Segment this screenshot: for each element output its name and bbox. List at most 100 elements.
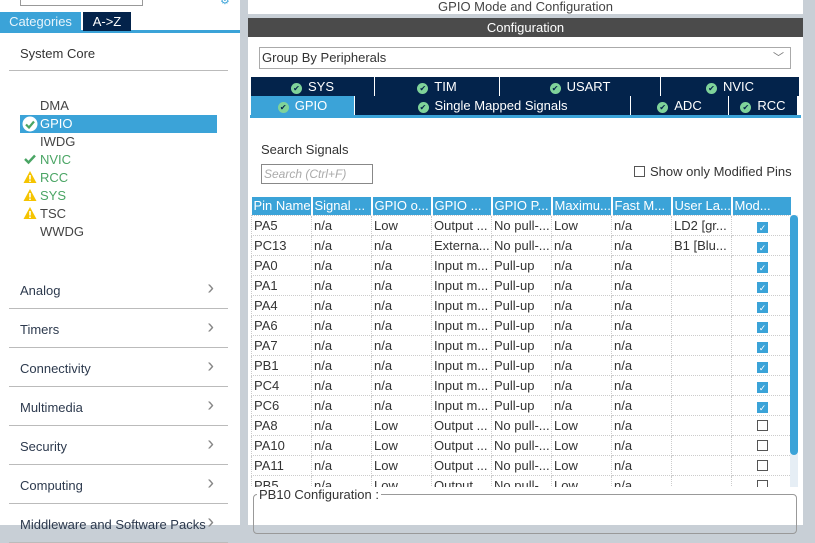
sidebar-item-nvic[interactable]: NVIC [20, 151, 217, 169]
tab-adc[interactable]: ✔ ADC [631, 96, 729, 115]
sidebar-item-rcc[interactable]: RCC [20, 169, 217, 187]
modified-checkbox[interactable]: ✓ [757, 281, 768, 293]
table-row[interactable]: PC4 n/a n/a Input m... Pull-up n/a n/a ✓ [251, 374, 792, 396]
tab-a-z[interactable]: A->Z [83, 12, 131, 31]
gear-icon[interactable]: ⚙ [220, 0, 230, 7]
table-cell: PA4 [251, 294, 312, 316]
modified-checkbox[interactable]: ✓ [757, 321, 768, 333]
table-row[interactable]: PC13 n/a n/a Externa... No pull-... n/a n/a B1 … [251, 234, 792, 256]
table-row[interactable]: PB5 n/a Low Output ... No pull-... Low n/a [251, 474, 792, 487]
table-scrollbar[interactable] [790, 215, 798, 487]
table-cell: Output ... [431, 434, 492, 456]
scrollbar-thumb[interactable] [790, 215, 798, 455]
sidebar-item-iwdg[interactable]: IWDG [20, 133, 217, 151]
table-cell: PC6 [251, 394, 312, 416]
table-row[interactable]: PC6 n/a n/a Input m... Pull-up n/a n/a ✓ [251, 394, 792, 416]
table-cell: Input m... [431, 354, 492, 376]
column-header[interactable]: Mod... [731, 197, 793, 215]
sidebar-item-label: SYS [40, 188, 67, 203]
table-cell [671, 374, 732, 396]
table-row[interactable]: PB1 n/a n/a Input m... Pull-up n/a n/a ✓ [251, 354, 792, 376]
table-cell: n/a [611, 414, 672, 436]
show-modified-pins-checkbox[interactable]: Show only Modified Pins [634, 164, 792, 179]
sidebar-item-tsc[interactable]: TSC [20, 205, 217, 223]
table-cell: n/a [611, 374, 672, 396]
category-label: Multimedia [20, 400, 83, 415]
modified-checkbox[interactable]: ✓ [757, 221, 768, 233]
modified-checkbox[interactable] [757, 439, 768, 451]
pin-table: Pin Name Signal ... GPIO o... GPIO ... GPIO … [251, 197, 793, 487]
modified-cell [731, 474, 792, 487]
tab-gpio[interactable]: ✔ GPIO [251, 96, 355, 115]
tab-single-mapped-signals[interactable]: ✔ Single Mapped Signals [355, 96, 631, 115]
category-multimedia[interactable]: Multimedia › [9, 394, 228, 426]
section-system-core[interactable]: System Core [9, 46, 228, 71]
table-cell: B1 [Blu... [671, 234, 732, 256]
tab-categories[interactable]: Categories [0, 12, 81, 31]
table-cell: Input m... [431, 314, 492, 336]
sidebar-item-gpio[interactable]: GPIO [20, 115, 217, 133]
table-header-row: Pin Name Signal ... GPIO o... GPIO ... GPIO … [251, 197, 793, 215]
table-row[interactable]: PA8 n/a Low Output ... No pull-... Low n/a [251, 414, 792, 436]
modified-checkbox[interactable]: ✓ [757, 361, 768, 373]
tab-usart[interactable]: ✔ USART [500, 77, 661, 96]
table-row[interactable]: PA10 n/a Low Output ... No pull-... Low n/a [251, 434, 792, 456]
tab-label: USART [566, 79, 611, 94]
category-security[interactable]: Security › [9, 433, 228, 465]
table-cell: n/a [551, 254, 612, 276]
category-timers[interactable]: Timers › [9, 316, 228, 348]
check-circle-icon: ✔ [740, 102, 752, 113]
category-analog[interactable]: Analog › [9, 277, 228, 309]
table-cell: n/a [611, 254, 672, 276]
column-header[interactable]: Signal ... [311, 197, 373, 215]
column-header[interactable]: Fast M... [611, 197, 673, 215]
modified-checkbox[interactable]: ✓ [757, 301, 768, 313]
modified-checkbox[interactable]: ✓ [757, 381, 768, 393]
category-search-input[interactable] [20, 0, 143, 6]
table-cell: Input m... [431, 274, 492, 296]
group-by-select[interactable]: Group By Peripherals ﹀ [259, 47, 791, 69]
column-header[interactable]: Pin Name [251, 197, 313, 215]
tab-rcc[interactable]: ✔ RCC [729, 96, 798, 115]
window-scrollbar[interactable] [803, 0, 815, 525]
category-middleware-and-software-packs[interactable]: Middleware and Software Packs › [9, 511, 228, 543]
table-cell: PC4 [251, 374, 312, 396]
modified-checkbox[interactable] [757, 419, 768, 431]
sidebar-item-dma[interactable]: DMA [20, 97, 217, 115]
table-cell: Output ... [431, 214, 492, 236]
table-row[interactable]: PA7 n/a n/a Input m... Pull-up n/a n/a ✓ [251, 334, 792, 356]
table-cell: No pull-... [491, 454, 552, 476]
sidebar-item-sys[interactable]: SYS [20, 187, 217, 205]
category-label: Timers [20, 322, 60, 337]
table-row[interactable]: PA1 n/a n/a Input m... Pull-up n/a n/a ✓ [251, 274, 792, 296]
sidebar-item-label: WWDG [40, 224, 85, 239]
category-connectivity[interactable]: Connectivity › [9, 355, 228, 387]
table-cell: n/a [311, 374, 372, 396]
table-row[interactable]: PA5 n/a Low Output ... No pull-... Low n/a LD2 … [251, 214, 792, 236]
tab-sys[interactable]: ✔ SYS [251, 77, 375, 96]
column-header[interactable]: GPIO ... [431, 197, 493, 215]
category-computing[interactable]: Computing › [9, 472, 228, 504]
tab-tim[interactable]: ✔ TIM [375, 77, 500, 96]
column-header[interactable]: User La... [671, 197, 733, 215]
sidebar-item-wwdg[interactable]: WWDG [20, 223, 217, 241]
table-row[interactable]: PA11 n/a Low Output ... No pull-... Low n/a [251, 454, 792, 476]
column-header[interactable]: GPIO o... [371, 197, 433, 215]
table-row[interactable]: PA6 n/a n/a Input m... Pull-up n/a n/a ✓ [251, 314, 792, 336]
table-row[interactable]: PA0 n/a n/a Input m... Pull-up n/a n/a ✓ [251, 254, 792, 276]
modified-checkbox[interactable]: ✓ [757, 341, 768, 353]
modified-checkbox[interactable]: ✓ [757, 241, 768, 253]
table-cell: Input m... [431, 394, 492, 416]
column-header[interactable]: GPIO P... [491, 197, 553, 215]
modified-checkbox[interactable] [757, 459, 768, 471]
modified-checkbox[interactable]: ✓ [757, 401, 768, 413]
search-signals-input[interactable]: Search (Ctrl+F) [261, 164, 373, 184]
modified-checkbox[interactable]: ✓ [757, 261, 768, 273]
chevron-right-icon: › [207, 472, 214, 494]
table-cell: Low [551, 434, 612, 456]
modified-checkbox[interactable] [757, 479, 768, 487]
tab-nvic[interactable]: ✔ NVIC [661, 77, 800, 96]
table-row[interactable]: PA4 n/a n/a Input m... Pull-up n/a n/a ✓ [251, 294, 792, 316]
column-header[interactable]: Maximu... [551, 197, 613, 215]
tab-underline [250, 115, 801, 118]
